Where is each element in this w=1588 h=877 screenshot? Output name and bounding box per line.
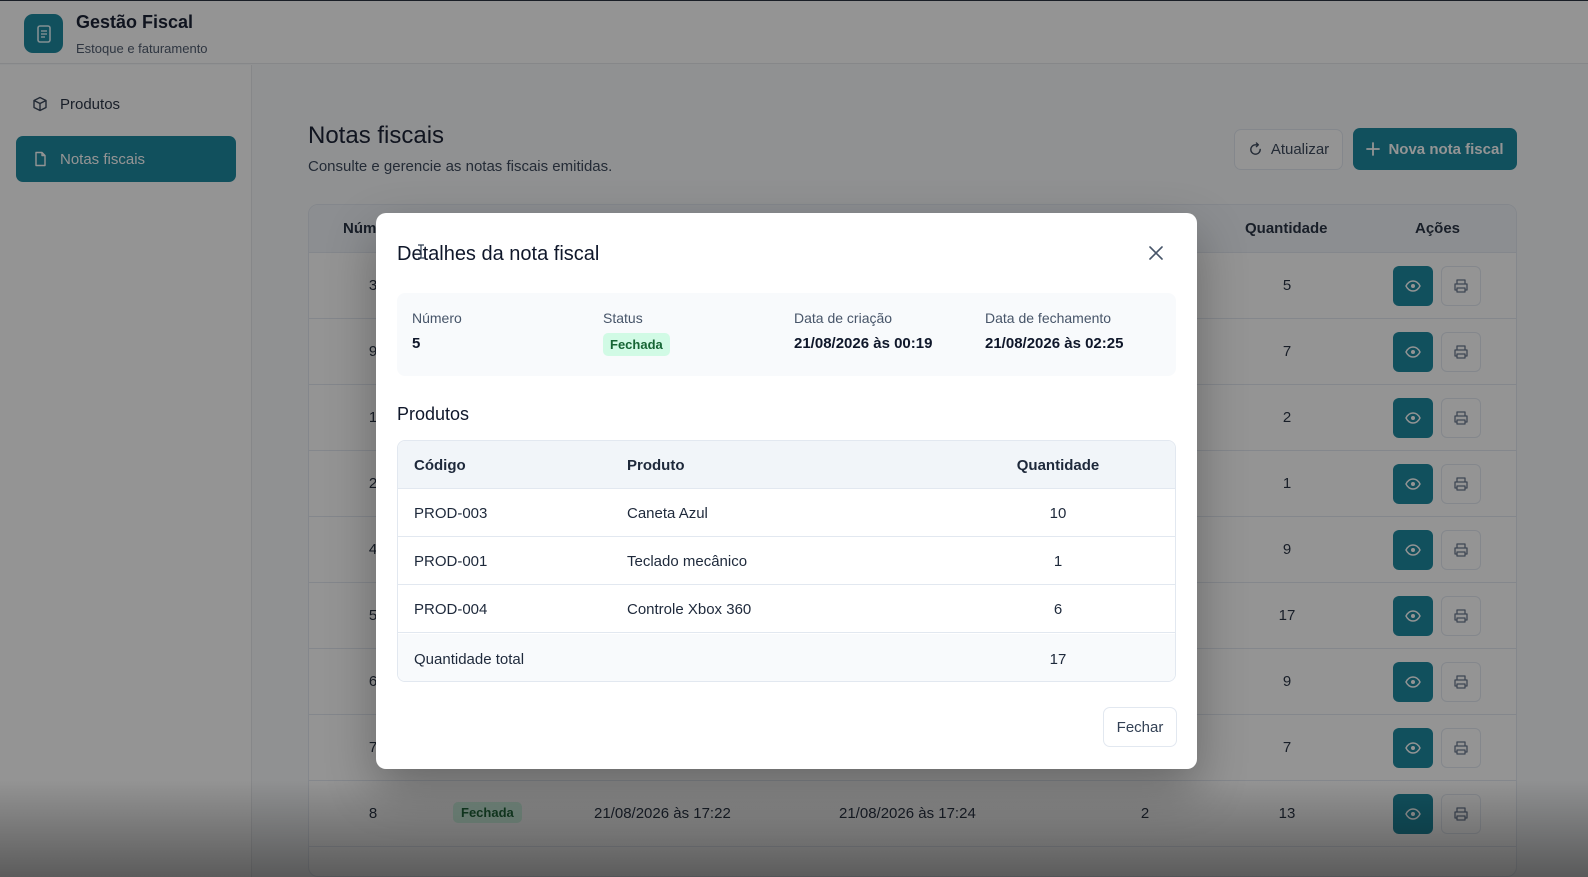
table-row: PROD-004 Controle Xbox 360 6 [398,585,1175,633]
product-name: Teclado mecânico [627,553,748,570]
product-quantity: 10 [1049,505,1067,522]
products-total-row: Quantidade total 17 [398,634,1175,681]
column-header-codigo: Código [414,457,466,474]
close-icon[interactable] [1142,239,1170,267]
created-date-value: 21/08/2026 às 00:19 [794,335,933,352]
products-table-header: Código Produto Quantidade [398,441,1175,489]
created-date-label: Data de criação [794,310,893,326]
text-cursor-icon [418,244,424,259]
close-button[interactable]: Fechar [1103,707,1177,747]
numero-label: Número [412,310,462,326]
products-table: Código Produto Quantidade PROD-003 Canet… [397,440,1176,682]
product-name: Caneta Azul [627,505,708,522]
column-header-quantidade: Quantidade [1016,457,1100,474]
product-name: Controle Xbox 360 [627,601,752,618]
closed-date-value: 21/08/2026 às 02:25 [985,335,1124,352]
products-section-title: Produtos [397,404,470,424]
product-code: PROD-004 [414,601,488,618]
product-code: PROD-001 [414,553,488,570]
product-quantity: 6 [1053,601,1063,618]
product-code: PROD-003 [414,505,488,522]
column-header-produto: Produto [627,457,685,474]
closed-date-label: Data de fechamento [985,310,1112,326]
numero-value: 5 [412,335,421,352]
total-value: 17 [1049,651,1067,668]
status-label: Status [603,310,643,326]
invoice-details-modal: Detalhes da nota fiscal Número 5 Status … [376,213,1197,769]
total-label: Quantidade total [414,651,525,668]
modal-title: Detalhes da nota fiscal [397,243,600,265]
table-row: PROD-001 Teclado mecânico 1 [398,537,1175,585]
status-badge: Fechada [603,333,670,356]
product-quantity: 1 [1053,553,1063,570]
invoice-info-box: Número 5 Status Fechada Data de criação … [397,293,1176,376]
table-row: PROD-003 Caneta Azul 10 [398,489,1175,537]
